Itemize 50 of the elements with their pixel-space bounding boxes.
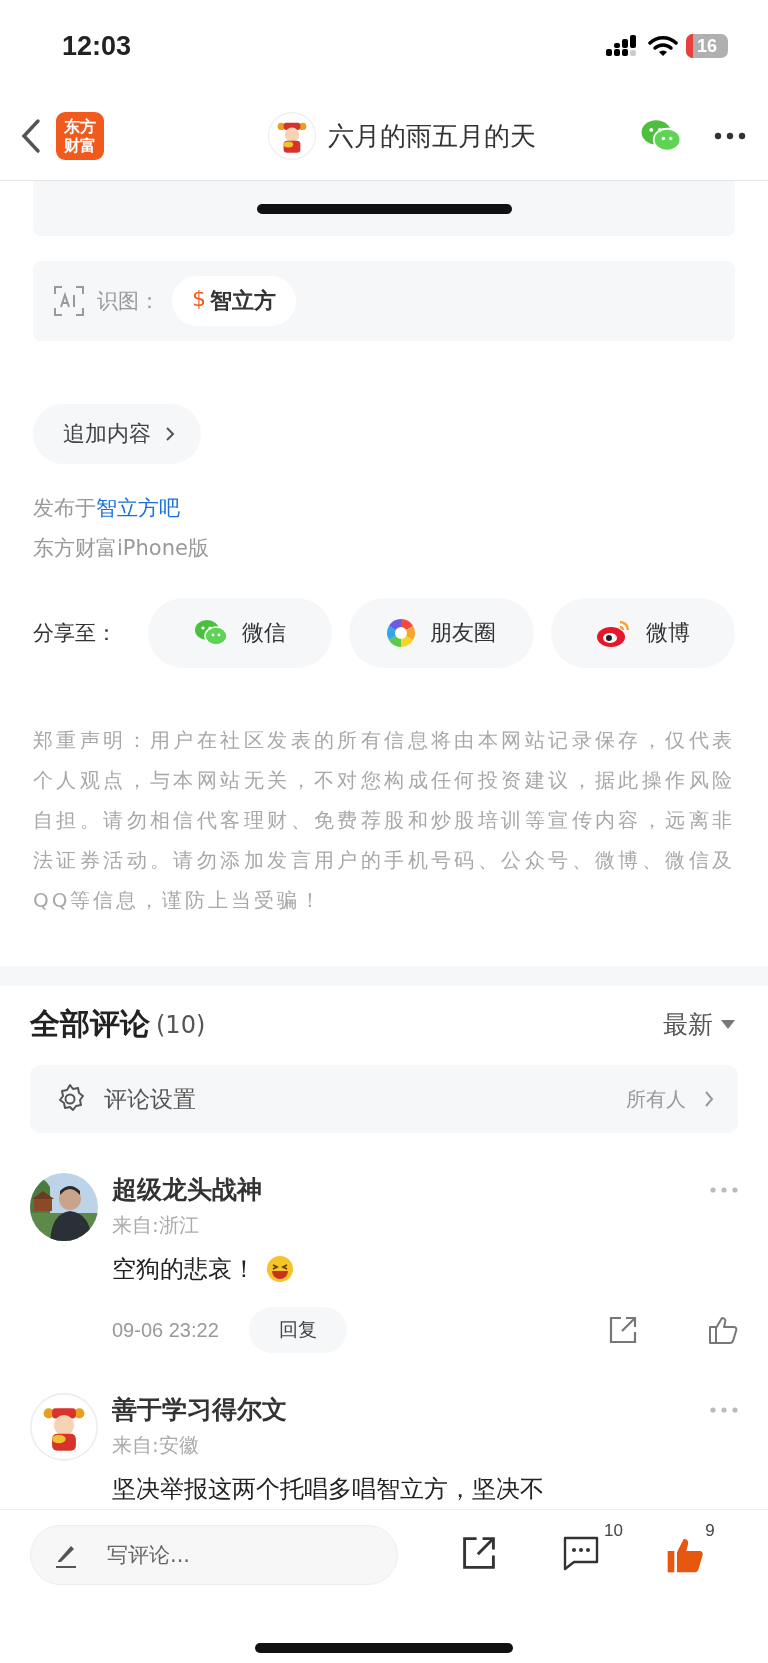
share-button[interactable]: 微博 — [550, 598, 735, 668]
comment-settings-row[interactable]: 评论设置 所有人 — [30, 1065, 738, 1133]
ai-scan-icon — [53, 285, 85, 317]
comment-location: 来自:安徽 — [112, 1432, 200, 1459]
chat-bubbles-icon[interactable] — [640, 119, 682, 153]
forum-link[interactable]: 智立方吧 — [96, 496, 180, 520]
share-label: 分享至： — [33, 620, 118, 647]
comment-time: 09-06 23:22 — [112, 1318, 219, 1342]
eye-logo-icon — [595, 618, 632, 648]
settings-value: 所有人 — [626, 1085, 686, 1113]
reply-button[interactable]: 回复 — [248, 1307, 347, 1353]
source-text: 东方财富iPhone版 — [33, 535, 210, 562]
stock-chip[interactable]: $ 智立方 — [172, 276, 296, 326]
published-text: 发布于智立方吧 — [33, 495, 181, 522]
share-icon[interactable] — [608, 1315, 638, 1345]
comments-count: (10) — [156, 1010, 207, 1039]
battery-icon: 16 — [686, 34, 728, 58]
comment-text: 坚决举报这两个托唱多唱智立方，坚决不 — [112, 1474, 544, 1505]
caret-icon — [721, 1020, 735, 1029]
share-button[interactable]: 朋友圈 — [349, 598, 534, 668]
comments-title: 全部评论 — [30, 1005, 150, 1043]
nav-title: 六月的雨五月的天 — [328, 119, 536, 153]
comment-input-field[interactable]: 写评论... — [30, 1525, 398, 1585]
share-icon — [460, 1535, 497, 1571]
avatar-icon — [30, 1393, 98, 1461]
chevron-icon — [704, 1090, 714, 1108]
share-button[interactable]: 微信 — [148, 598, 333, 668]
settings-label: 评论设置 — [104, 1084, 197, 1114]
thumbs-up-icon[interactable] — [708, 1315, 738, 1345]
more-icon[interactable] — [714, 132, 746, 140]
comment-text: 空狗的悲哀！ — [112, 1254, 256, 1285]
comment-bubble-icon — [562, 1535, 600, 1571]
chevron-icon — [165, 426, 175, 442]
comment-author[interactable]: 善于学习得尔文 — [112, 1393, 710, 1426]
avatar-icon — [268, 112, 316, 160]
sort-dropdown[interactable]: 最新 — [663, 1008, 735, 1041]
comment-author[interactable]: 超级龙头战神 — [112, 1173, 710, 1206]
comment-location: 来自:浙江 — [112, 1212, 200, 1239]
like-count: 9 — [705, 1521, 715, 1541]
laughing-face-icon — [266, 1255, 294, 1283]
status-time: 12:03 — [62, 30, 133, 62]
disclaimer-text: 郑重声明：用户在社区发表的所有信息将由本网站记录保存，仅代表个人观点，与本网站无关，不对您构成任何投资建议，据此操作风险自担。请勿相信代客理财、免费荐股和炒股培训等宣传内容，远离非法证券活动。请勿添加发言用户的手机号码、公众号、微博、微信及QQ等信息，谨防上当受骗！ — [33, 727, 735, 914]
comment-count: 10 — [604, 1521, 623, 1541]
tag-label: 识图： — [97, 288, 160, 315]
back-icon[interactable] — [20, 118, 42, 154]
wifi-icon — [648, 35, 678, 57]
app-logo: 东方 财富 — [56, 112, 104, 160]
aperture-icon — [386, 618, 417, 648]
append-button[interactable]: 追加内容 — [33, 404, 201, 464]
chat-bubbles-icon — [194, 619, 229, 647]
